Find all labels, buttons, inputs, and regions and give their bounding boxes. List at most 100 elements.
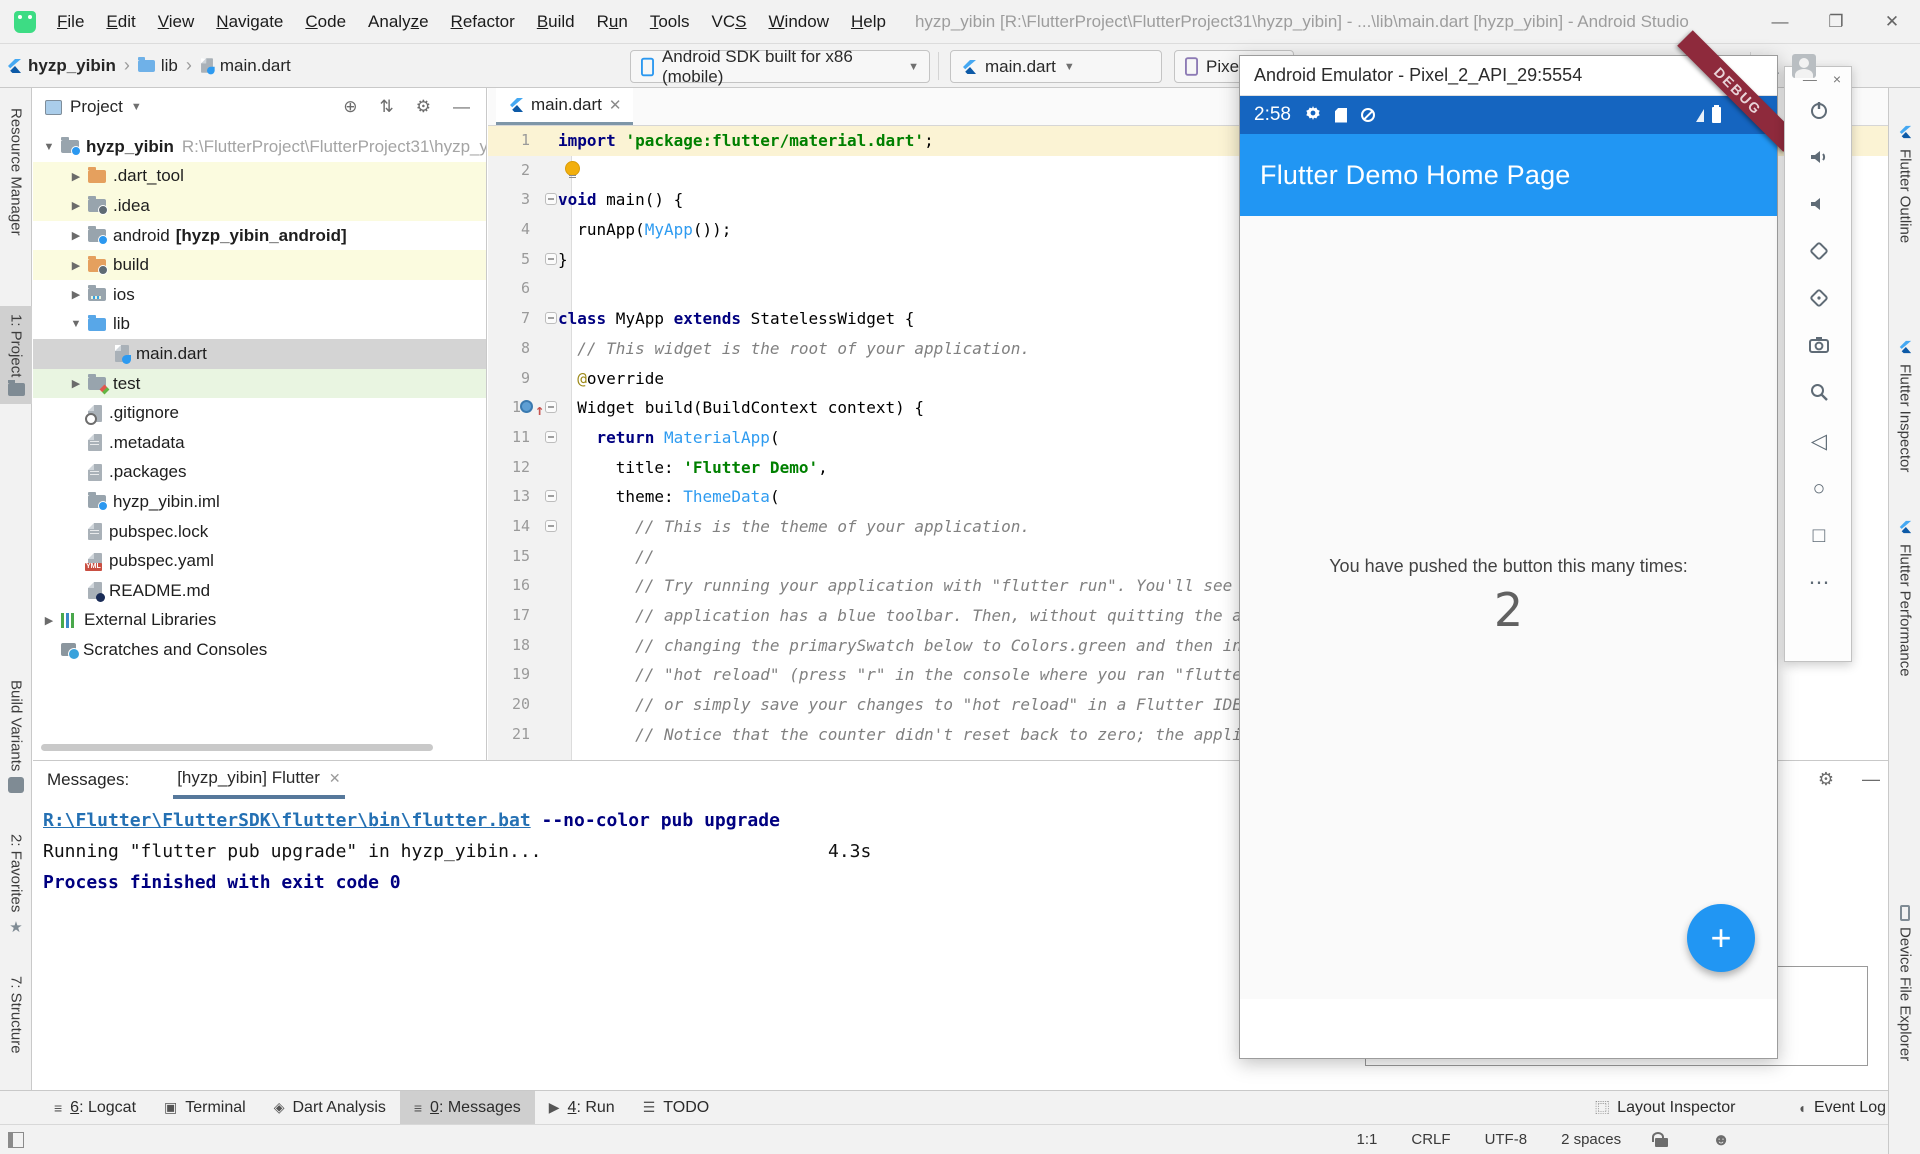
fold-marker-icon[interactable] [545, 490, 557, 502]
toolwindow-button-layout-inspector[interactable]: ⿴Layout Inspector [1581, 1091, 1749, 1125]
hide-panel-icon[interactable]: — [1862, 769, 1880, 790]
menu-build[interactable]: Build [526, 12, 586, 31]
tree-item-metadata[interactable]: .metadata [33, 428, 487, 458]
fold-marker-icon[interactable] [545, 253, 557, 265]
close-tab-icon[interactable]: ✕ [609, 96, 622, 114]
read-lock-icon[interactable] [1655, 1138, 1668, 1147]
emulator-rotate-right-button[interactable] [1785, 277, 1853, 324]
tree-item-pubspec-lock[interactable]: pubspec.lock [33, 517, 487, 547]
tree-closed-arrow-icon[interactable]: ▶ [64, 170, 88, 183]
toolwindow-button-todo[interactable]: ☰TODO [629, 1091, 724, 1125]
emulator-volume-down-button[interactable] [1785, 183, 1853, 230]
tree-item-pubspec-yaml[interactable]: pubspec.yaml [33, 546, 487, 576]
avatar[interactable] [1790, 52, 1818, 80]
tool-stripe-flutter-performance[interactable]: Flutter Performance [1889, 520, 1920, 677]
implements-arrow-icon[interactable]: ↑ [535, 396, 544, 426]
emulator-volume-up-button[interactable] [1785, 136, 1853, 183]
tool-stripe-resource-manager[interactable]: Resource Manager [0, 100, 32, 244]
emulator-overview-button[interactable]: □ [1785, 512, 1853, 559]
emulator-home-button[interactable]: ○ [1785, 465, 1853, 512]
line-separator[interactable]: CRLF [1411, 1131, 1450, 1148]
device-selector[interactable]: Android SDK built for x86 (mobile) ▼ [630, 50, 930, 83]
breadcrumb-file[interactable]: main.dart [220, 56, 291, 76]
menu-analyze[interactable]: Analyze [357, 12, 440, 31]
tree-closed-arrow-icon[interactable]: ▶ [37, 614, 61, 627]
tree-item-idea[interactable]: ▶.idea [33, 191, 487, 221]
tab-flutter-messages[interactable]: [hyzp_yibin] Flutter ✕ [173, 761, 344, 799]
close-tab-icon[interactable]: ✕ [329, 770, 341, 787]
tree-closed-arrow-icon[interactable]: ▶ [64, 288, 88, 301]
fold-marker-icon[interactable] [545, 193, 557, 205]
toolwindow-button-dart-analysis[interactable]: ◈Dart Analysis [260, 1091, 400, 1125]
tree-item-packages[interactable]: .packages [33, 458, 487, 488]
menu-refactor[interactable]: Refactor [440, 12, 526, 31]
emulator-power-button[interactable] [1785, 89, 1853, 136]
tree-open-arrow-icon[interactable]: ▼ [64, 318, 88, 330]
fold-marker-icon[interactable] [545, 520, 557, 532]
fold-marker-icon[interactable] [545, 312, 557, 324]
locate-file-icon[interactable]: ⊕ [343, 97, 357, 117]
caret-position[interactable]: 1:1 [1357, 1131, 1378, 1148]
emulator-back-button[interactable]: ◁ [1785, 418, 1853, 465]
project-panel-title[interactable]: Project [70, 97, 123, 117]
tree-item-android[interactable]: ▶android[hyzp_yibin_android] [33, 221, 487, 251]
increment-fab-button[interactable]: + [1687, 904, 1755, 972]
tree-item-gitignore[interactable]: .gitignore [33, 398, 487, 428]
horizontal-scrollbar[interactable] [41, 744, 433, 751]
menu-edit[interactable]: Edit [95, 12, 146, 31]
tree-closed-arrow-icon[interactable]: ▶ [64, 259, 88, 272]
tool-stripe-2-favorites[interactable]: 2: Favorites★ [0, 826, 32, 944]
override-marker-icon[interactable] [520, 400, 533, 413]
tool-stripe-flutter-inspector[interactable]: Flutter Inspector [1889, 340, 1920, 472]
settings-gear-icon[interactable]: ⚙ [416, 97, 431, 117]
console-link[interactable]: R:\Flutter\FlutterSDK\flutter\bin\flutte… [43, 810, 531, 831]
emulator-more-button[interactable]: ⋯ [1785, 559, 1853, 606]
indent-setting[interactable]: 2 spaces [1561, 1131, 1621, 1148]
hide-panel-icon[interactable]: — [453, 97, 470, 117]
close-button[interactable]: ✕ [1864, 0, 1920, 44]
tree-item-scratches-and-consoles[interactable]: Scratches and Consoles [33, 635, 487, 665]
tree-open-arrow-icon[interactable]: ▼ [37, 141, 61, 153]
intention-bulb-icon[interactable] [566, 162, 579, 175]
tree-item-lib[interactable]: ▼lib [33, 310, 487, 340]
tool-window-switcher-icon[interactable] [8, 1132, 24, 1148]
tree-item-hyzp-yibin[interactable]: ▼hyzp_yibinR:\FlutterProject\FlutterProj… [33, 132, 487, 162]
toolwindow-button-4-run[interactable]: ▶4: Run [535, 1091, 629, 1125]
tree-item-dart-tool[interactable]: ▶.dart_tool [33, 162, 487, 192]
tree-closed-arrow-icon[interactable]: ▶ [64, 229, 88, 242]
toolwindow-button-6-logcat[interactable]: ≡6: Logcat [40, 1091, 150, 1125]
menu-vcs[interactable]: VCS [701, 12, 758, 31]
run-config-selector[interactable]: main.dart ▼ [950, 50, 1162, 83]
tool-stripe-1-project[interactable]: 1: Project [0, 306, 32, 404]
menu-run[interactable]: Run [586, 12, 639, 31]
minimize-button[interactable]: — [1752, 0, 1808, 44]
tree-item-ios[interactable]: ▶ios [33, 280, 487, 310]
breadcrumb-project[interactable]: hyzp_yibin [28, 56, 116, 76]
highlighting-level-icon[interactable]: ☻ [1712, 1130, 1730, 1150]
emulator-rotate-left-button[interactable] [1785, 230, 1853, 277]
toolwindow-button-0-messages[interactable]: ≡0: Messages [400, 1091, 535, 1125]
tool-stripe-device-file-explorer[interactable]: Device File Explorer [1889, 905, 1920, 1061]
menu-code[interactable]: Code [294, 12, 357, 31]
tree-item-test[interactable]: ▶test [33, 369, 487, 399]
settings-gear-icon[interactable]: ⚙ [1818, 769, 1834, 790]
tab-main-dart[interactable]: main.dart ✕ [496, 88, 633, 125]
menu-file[interactable]: File [46, 12, 95, 31]
emulator-zoom-button[interactable] [1785, 371, 1853, 418]
fold-marker-icon[interactable] [545, 431, 557, 443]
menu-tools[interactable]: Tools [639, 12, 701, 31]
tool-stripe-build-variants[interactable]: Build Variants [0, 672, 32, 801]
file-encoding[interactable]: UTF-8 [1485, 1131, 1528, 1148]
restore-button[interactable]: ❐ [1808, 0, 1864, 44]
tool-stripe-7-structure[interactable]: 7: Structure [0, 968, 32, 1062]
toolwindow-button-terminal[interactable]: ▣Terminal [150, 1091, 260, 1125]
menu-view[interactable]: View [147, 12, 206, 31]
tree-closed-arrow-icon[interactable]: ▶ [64, 199, 88, 212]
menu-navigate[interactable]: Navigate [205, 12, 294, 31]
breadcrumb-lib[interactable]: lib [161, 56, 178, 76]
tree-item-readme-md[interactable]: README.md [33, 576, 487, 606]
tree-item-build[interactable]: ▶build [33, 250, 487, 280]
emulator-close-button[interactable]: × [1833, 71, 1841, 87]
tool-stripe-flutter-outline[interactable]: Flutter Outline [1889, 125, 1920, 243]
emulator-camera-button[interactable] [1785, 324, 1853, 371]
